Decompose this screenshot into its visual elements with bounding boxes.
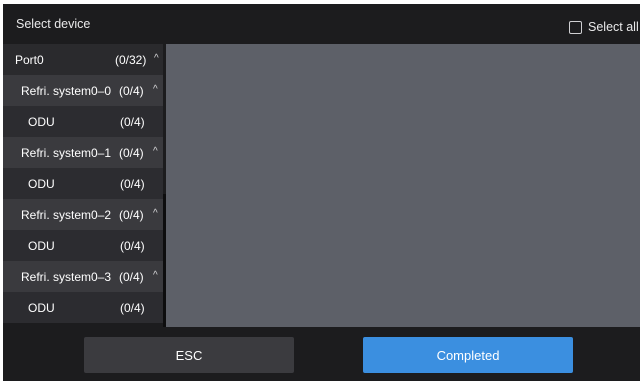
tree-item-count: (0/32) xyxy=(115,53,147,67)
tree-item-label: ODU xyxy=(28,177,55,191)
device-content-area xyxy=(166,44,640,327)
tree-item-label: ODU xyxy=(28,301,55,315)
dialog-footer: ESC Completed xyxy=(3,327,640,381)
chevron-up-icon[interactable]: ^ xyxy=(153,208,158,219)
tree-item-odu[interactable]: ODU (0/4) xyxy=(3,292,163,323)
dialog-title: Select device xyxy=(16,17,91,31)
tree-item-odu[interactable]: ODU (0/4) xyxy=(3,230,163,261)
tree-item-label: Refri. system0–1 xyxy=(21,146,112,160)
tree-item-odu[interactable]: ODU (0/4) xyxy=(3,106,163,137)
tree-item-count: (0/4) xyxy=(120,239,145,253)
tree-item-count: (0/4) xyxy=(120,301,145,315)
tree-item-count: (0/4) xyxy=(120,115,145,129)
tree-item-label: Refri. system0–0 xyxy=(21,84,112,98)
tree-item-label: Refri. system0–2 xyxy=(21,208,112,222)
device-tree: Port0 (0/32) ^ Refri. system0–0 (0/4) ^ … xyxy=(3,44,163,327)
tree-item-refri-system[interactable]: Refri. system0–2 (0/4) ^ xyxy=(3,199,163,230)
tree-item-label: ODU xyxy=(28,239,55,253)
tree-item-count: (0/4) xyxy=(119,146,144,160)
esc-button[interactable]: ESC xyxy=(84,337,294,373)
tree-item-refri-system[interactable]: Refri. system0–3 (0/4) ^ xyxy=(3,261,163,292)
completed-button[interactable]: Completed xyxy=(363,337,573,373)
tree-item-refri-system[interactable]: Refri. system0–1 (0/4) ^ xyxy=(3,137,163,168)
select-all-checkbox[interactable] xyxy=(569,20,582,34)
select-all-label: Select all xyxy=(588,20,639,34)
tree-item-count: (0/4) xyxy=(119,208,144,222)
tree-item-label: ODU xyxy=(28,115,55,129)
tree-item-count: (0/4) xyxy=(119,84,144,98)
tree-item-count: (0/4) xyxy=(119,270,144,284)
chevron-up-icon[interactable]: ^ xyxy=(153,146,158,157)
chevron-up-icon[interactable]: ^ xyxy=(154,53,159,64)
select-all-toggle[interactable]: Select all xyxy=(569,20,639,34)
tree-item-count: (0/4) xyxy=(120,177,145,191)
tree-item-port0[interactable]: Port0 (0/32) ^ xyxy=(3,44,163,75)
chevron-up-icon[interactable]: ^ xyxy=(153,270,158,281)
device-selection-dialog: Select device Select all Port0 (0/32) ^ … xyxy=(3,4,640,381)
chevron-up-icon[interactable]: ^ xyxy=(153,84,158,95)
dialog-header: Select device Select all xyxy=(3,4,640,44)
tree-item-refri-system[interactable]: Refri. system0–0 (0/4) ^ xyxy=(3,75,163,106)
tree-item-odu[interactable]: ODU (0/4) xyxy=(3,168,163,199)
tree-item-label: Port0 xyxy=(15,53,44,67)
tree-item-label: Refri. system0–3 xyxy=(21,270,112,284)
